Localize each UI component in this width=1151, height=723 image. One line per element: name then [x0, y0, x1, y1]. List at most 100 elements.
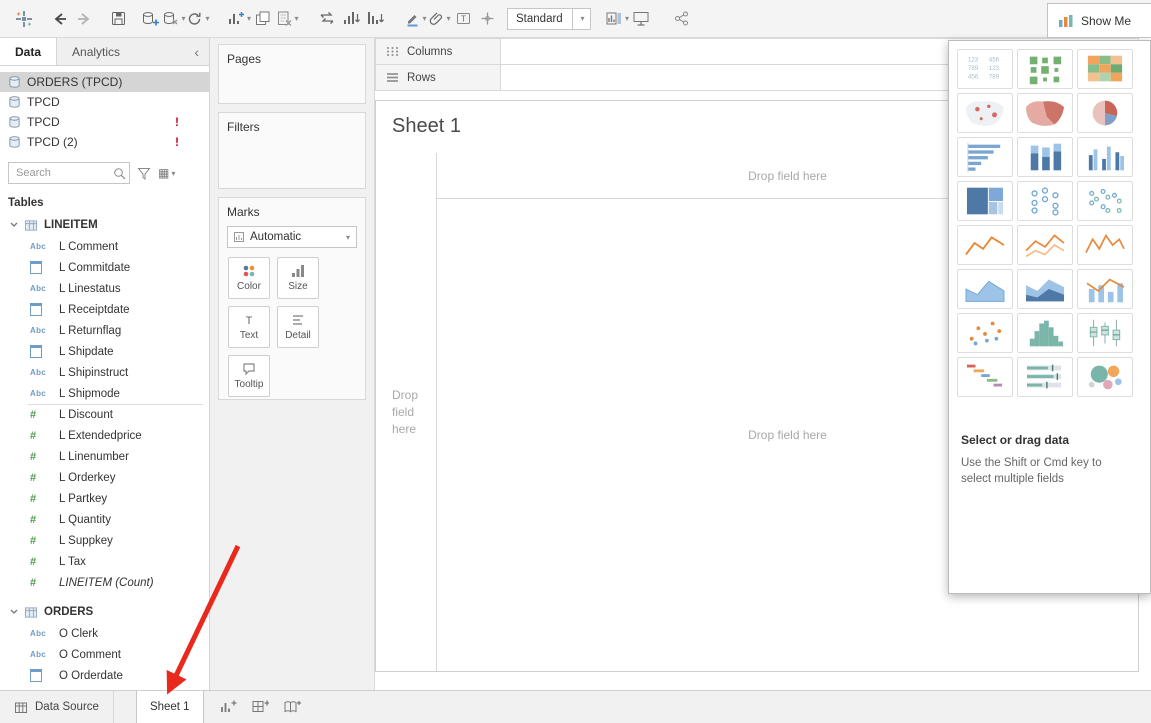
datasource-item[interactable]: TPCD ! — [0, 92, 209, 112]
showme-gantt[interactable] — [957, 357, 1013, 397]
datasource-item[interactable]: ORDERS (TPCD) ! — [0, 72, 209, 92]
data-source-tab[interactable]: Data Source — [0, 691, 114, 723]
search-input[interactable] — [8, 162, 130, 184]
fix-axes-button[interactable] — [475, 5, 499, 33]
field-item[interactable]: L Extendedprice — [0, 425, 209, 446]
presentation-mode-button[interactable] — [629, 5, 653, 33]
fit-dropdown[interactable]: Standard ▾ — [507, 8, 591, 30]
field-item[interactable]: L Shipmode — [0, 383, 209, 404]
tab-analytics[interactable]: Analytics — [57, 38, 135, 65]
field-type-icon — [30, 577, 54, 589]
field-item[interactable]: O Orderdate — [0, 665, 209, 686]
color-button[interactable]: Color — [228, 257, 270, 299]
field-item[interactable]: L Returnflag — [0, 320, 209, 341]
showme-filled-map[interactable] — [1017, 93, 1073, 133]
show-hide-cards-button[interactable]: ▾ — [605, 5, 629, 33]
showme-histogram[interactable] — [1017, 313, 1073, 353]
showme-scatter-plot[interactable] — [957, 313, 1013, 353]
field-item[interactable]: L Commitdate — [0, 257, 209, 278]
tooltip-button[interactable]: Tooltip — [228, 355, 270, 397]
field-item[interactable]: O Comment — [0, 644, 209, 665]
chevron-down-icon — [10, 222, 18, 228]
clear-sheet-button[interactable]: ▾ — [275, 5, 299, 33]
field-item[interactable]: L Receiptdate — [0, 299, 209, 320]
pages-title: Pages — [219, 45, 365, 70]
showme-dual-combination[interactable] — [1077, 269, 1133, 309]
new-worksheet-tab-button[interactable] — [212, 691, 244, 723]
showme-symbol-map[interactable] — [957, 93, 1013, 133]
new-data-source-button[interactable] — [138, 5, 162, 33]
showme-dual-line[interactable] — [1017, 225, 1073, 265]
field-type-icon — [30, 261, 54, 274]
field-item[interactable]: L Suppkey — [0, 530, 209, 551]
field-item[interactable]: LINEITEM (Count) — [0, 572, 209, 593]
showme-side-by-side-circle[interactable] — [1077, 181, 1133, 221]
sort-ascending-button[interactable] — [339, 5, 363, 33]
forward-button[interactable] — [72, 5, 96, 33]
table-group-header[interactable]: ORDERS — [0, 601, 209, 623]
field-item[interactable]: O Clerk — [0, 623, 209, 644]
showme-side-by-side-bar[interactable] — [1077, 137, 1133, 177]
detail-button[interactable]: Detail — [277, 306, 319, 348]
showme-heat-map[interactable] — [1017, 49, 1073, 89]
show-me-button[interactable]: Show Me — [1047, 3, 1151, 38]
field-item[interactable]: L Shipdate — [0, 341, 209, 362]
color-icon — [242, 264, 256, 278]
showme-circle-view[interactable] — [1017, 181, 1073, 221]
filters-shelf[interactable]: Filters — [218, 112, 366, 189]
showme-box-plot[interactable] — [1077, 313, 1133, 353]
field-item[interactable]: L Linenumber — [0, 446, 209, 467]
showme-continuous-area[interactable] — [957, 269, 1013, 309]
field-item[interactable]: L Partkey — [0, 488, 209, 509]
field-item[interactable]: L Shipinstruct — [0, 362, 209, 383]
showme-discrete-line[interactable] — [1077, 225, 1133, 265]
share-workbook-button[interactable] — [669, 5, 693, 33]
filter-icon[interactable] — [137, 167, 151, 180]
showme-discrete-area[interactable] — [1017, 269, 1073, 309]
sort-descending-button[interactable] — [363, 5, 387, 33]
mark-type-dropdown[interactable]: Automatic ▾ — [227, 226, 357, 248]
refresh-data-source-button[interactable]: ▾ — [186, 5, 210, 33]
highlight-button[interactable]: ▾ — [403, 5, 427, 33]
show-mark-labels-button[interactable]: T — [451, 5, 475, 33]
table-group-orders: ORDERS O Clerk O Comment O Orderdate — [0, 601, 209, 686]
field-type-icon — [30, 368, 54, 377]
pause-auto-updates-button[interactable]: ▾ — [162, 5, 186, 33]
table-group-header[interactable]: LINEITEM — [0, 214, 209, 236]
view-options-icon[interactable]: ▦▾ — [158, 166, 175, 180]
showme-packed-bubbles[interactable] — [1077, 357, 1133, 397]
sheet-tab-sheet1[interactable]: Sheet 1 — [136, 691, 204, 723]
showme-treemap[interactable] — [957, 181, 1013, 221]
field-item[interactable]: L Discount — [0, 404, 209, 425]
text-label: Text — [240, 330, 258, 341]
text-button[interactable]: T Text — [228, 306, 270, 348]
datasource-item[interactable]: TPCD ! — [0, 112, 209, 132]
showme-horizontal-bar[interactable] — [957, 137, 1013, 177]
duplicate-sheet-button[interactable] — [251, 5, 275, 33]
size-button[interactable]: Size — [277, 257, 319, 299]
field-item[interactable]: L Quantity — [0, 509, 209, 530]
field-item[interactable]: L Comment — [0, 236, 209, 257]
save-button[interactable] — [106, 5, 130, 33]
showme-text-table[interactable]: 123456789123456789 — [957, 49, 1013, 89]
showme-bullet-graph[interactable] — [1017, 357, 1073, 397]
showme-stacked-bar[interactable] — [1017, 137, 1073, 177]
collapse-pane-icon[interactable]: ‹ — [184, 38, 209, 65]
tab-data[interactable]: Data — [0, 38, 57, 65]
datasource-item[interactable]: TPCD (2) ! — [0, 132, 209, 152]
back-button[interactable] — [48, 5, 72, 33]
field-item[interactable]: L Linestatus — [0, 278, 209, 299]
showme-continuous-line[interactable] — [957, 225, 1013, 265]
drop-zone-left[interactable]: Drop field here — [376, 153, 437, 671]
new-story-button[interactable] — [276, 691, 308, 723]
swap-rows-columns-button[interactable] — [315, 5, 339, 33]
group-members-button[interactable]: ▾ — [427, 5, 451, 33]
field-item[interactable]: L Orderkey — [0, 467, 209, 488]
field-item[interactable]: L Tax — [0, 551, 209, 572]
new-worksheet-button[interactable]: ▾ — [226, 5, 251, 33]
new-dashboard-button[interactable] — [244, 691, 276, 723]
showme-pie-chart[interactable] — [1077, 93, 1133, 133]
datasource-label: ORDERS (TPCD) — [27, 75, 122, 89]
pages-shelf[interactable]: Pages — [218, 44, 366, 104]
showme-highlight-table[interactable] — [1077, 49, 1133, 89]
